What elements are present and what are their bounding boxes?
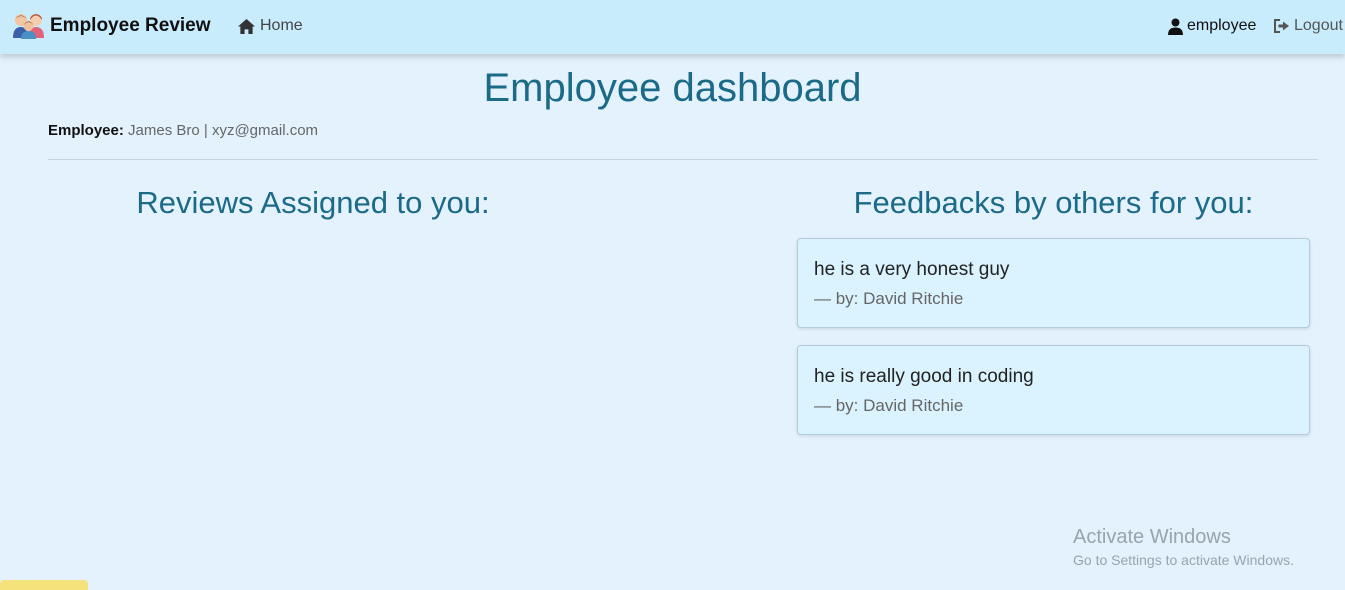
feedback-text: he is a very honest guy: [814, 259, 1010, 280]
nav-home-label: Home: [260, 17, 303, 34]
nav-logout-label: Logout: [1294, 17, 1343, 34]
feedback-author: — by: David Ritchie: [814, 396, 964, 415]
logout-icon: [1274, 19, 1289, 33]
feedback-author: — by: David Ritchie: [814, 289, 964, 308]
feedbacks-section-title: Feedbacks by others for you:: [853, 185, 1254, 220]
reviews-section-title: Reviews Assigned to you:: [136, 185, 490, 220]
employee-info: Employee: James Bro | xyz@gmail.com: [48, 122, 318, 139]
top-navbar: Employee Review Home employee Logout: [0, 0, 1345, 54]
activate-windows-title: Activate Windows: [1073, 526, 1231, 548]
employee-value: James Bro | xyz@gmail.com: [128, 122, 319, 139]
feedback-card: he is a very honest guy — by: David Ritc…: [797, 238, 1310, 328]
team-avatars-icon: [13, 14, 44, 39]
brand-title: Employee Review: [50, 14, 211, 36]
nav-logout-link[interactable]: Logout: [1273, 17, 1343, 35]
activate-windows-subtitle: Go to Settings to activate Windows.: [1073, 552, 1294, 568]
page-title: Employee dashboard: [483, 66, 862, 110]
employee-label: Employee:: [48, 122, 124, 139]
activate-windows-watermark: Activate Windows Go to Settings to activ…: [1073, 526, 1294, 568]
nav-user-label: employee: [1187, 17, 1257, 34]
bottom-tab-edge[interactable]: [0, 580, 88, 590]
feedback-card: he is really good in coding — by: David …: [797, 345, 1310, 435]
home-icon: [238, 18, 255, 34]
brand-link[interactable]: Employee Review: [12, 12, 211, 39]
nav-user-link[interactable]: employee: [1168, 17, 1256, 35]
user-icon: [1168, 18, 1183, 35]
nav-home-link[interactable]: Home: [237, 17, 303, 35]
header-divider: [48, 159, 1318, 160]
feedback-text: he is really good in coding: [814, 366, 1034, 387]
